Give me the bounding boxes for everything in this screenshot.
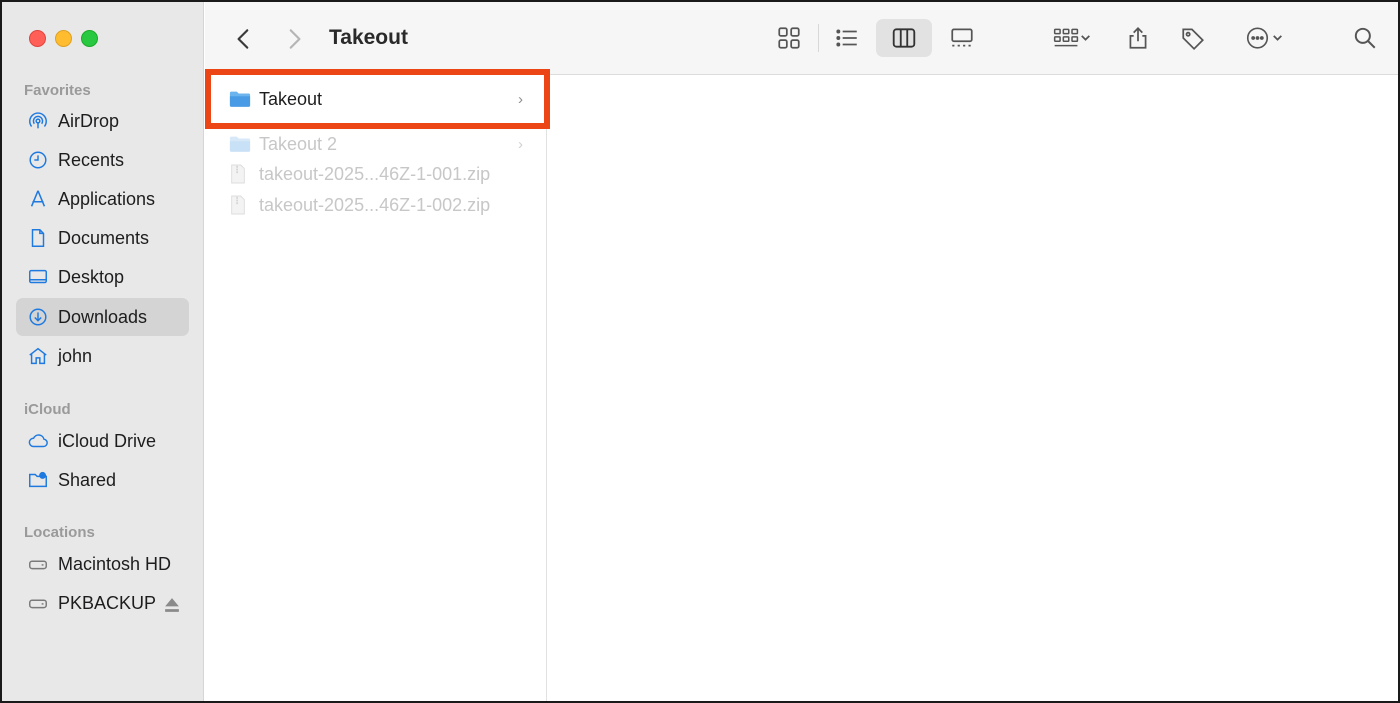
sidebar: Favorites AirDrop Recents Applications D… bbox=[2, 2, 204, 701]
sidebar-item-documents[interactable]: Documents bbox=[16, 219, 189, 257]
list-item-zip-002[interactable]: takeout-2025...46Z-1-002.zip bbox=[205, 190, 545, 220]
folder-icon bbox=[229, 134, 251, 154]
back-button[interactable] bbox=[229, 24, 259, 54]
applications-icon bbox=[26, 187, 50, 211]
locations-section-title: Locations bbox=[24, 524, 95, 541]
home-icon bbox=[26, 344, 50, 368]
list-icon bbox=[836, 29, 857, 47]
chevron-right-icon bbox=[289, 29, 301, 49]
zoom-window-button[interactable] bbox=[81, 30, 98, 47]
list-item-zip-001[interactable]: takeout-2025...46Z-1-001.zip bbox=[205, 159, 545, 189]
column-view-button[interactable] bbox=[876, 19, 932, 57]
sidebar-item-desktop[interactable]: Desktop bbox=[16, 258, 189, 296]
sidebar-item-label: Downloads bbox=[58, 306, 148, 327]
folder-icon bbox=[229, 89, 251, 109]
more-actions-button[interactable] bbox=[1237, 20, 1291, 56]
zip-file-icon bbox=[229, 164, 251, 184]
columns-icon bbox=[892, 28, 916, 48]
list-view-button[interactable] bbox=[831, 20, 863, 56]
search-button[interactable] bbox=[1349, 20, 1381, 56]
minimize-window-button[interactable] bbox=[55, 30, 72, 47]
finder-window: Favorites AirDrop Recents Applications D… bbox=[0, 0, 1400, 703]
clock-icon bbox=[26, 148, 50, 172]
sidebar-item-label: Desktop bbox=[58, 266, 125, 287]
sidebar-item-label: Documents bbox=[58, 227, 150, 248]
list-item-takeout[interactable]: Takeout › bbox=[205, 84, 545, 114]
tags-button[interactable] bbox=[1177, 20, 1209, 56]
drive-icon bbox=[26, 552, 50, 576]
sidebar-item-label: Applications bbox=[58, 188, 156, 209]
zip-file-icon bbox=[229, 195, 251, 215]
tag-icon bbox=[1182, 28, 1204, 51]
sidebar-item-label: AirDrop bbox=[58, 110, 120, 131]
group-grid-icon bbox=[1053, 28, 1090, 47]
icon-grid-icon bbox=[778, 27, 800, 49]
shared-folder-icon bbox=[26, 468, 50, 492]
gallery-icon bbox=[951, 28, 973, 47]
sidebar-item-pkbackup[interactable]: PKBACKUP bbox=[16, 584, 189, 622]
share-button[interactable] bbox=[1122, 20, 1154, 56]
sidebar-item-icloud-drive[interactable]: iCloud Drive bbox=[16, 422, 189, 460]
ellipsis-circle-icon bbox=[1246, 27, 1282, 49]
share-icon bbox=[1129, 27, 1147, 49]
sidebar-item-airdrop[interactable]: AirDrop bbox=[16, 102, 189, 140]
sidebar-item-label: PKBACKUP bbox=[58, 592, 157, 613]
sidebar-item-label: iCloud Drive bbox=[58, 430, 157, 451]
desktop-icon bbox=[26, 265, 50, 289]
drive-icon bbox=[26, 591, 50, 615]
sidebar-item-shared[interactable]: Shared bbox=[16, 461, 189, 499]
chevron-right-icon: › bbox=[518, 90, 523, 108]
list-item-label: Takeout 2 bbox=[259, 133, 338, 154]
sidebar-item-label: john bbox=[58, 345, 93, 366]
document-icon bbox=[26, 226, 50, 250]
sidebar-item-recents[interactable]: Recents bbox=[16, 141, 189, 179]
icloud-section-title: iCloud bbox=[24, 401, 71, 418]
forward-button[interactable] bbox=[279, 24, 309, 54]
downloads-icon bbox=[26, 305, 50, 329]
sidebar-item-john[interactable]: john bbox=[16, 337, 189, 375]
chevron-right-icon: › bbox=[518, 135, 523, 153]
list-item-label: takeout-2025...46Z-1-001.zip bbox=[259, 163, 491, 184]
gallery-view-button[interactable] bbox=[945, 20, 979, 56]
window-controls bbox=[29, 30, 98, 47]
search-icon bbox=[1354, 27, 1376, 49]
sidebar-item-macintosh-hd[interactable]: Macintosh HD bbox=[16, 545, 189, 583]
sidebar-item-label: Shared bbox=[58, 469, 117, 490]
airdrop-icon bbox=[26, 109, 50, 133]
list-item-label: Takeout bbox=[259, 88, 323, 109]
chevron-left-icon bbox=[237, 29, 249, 49]
favorites-section-title: Favorites bbox=[24, 82, 91, 99]
sidebar-item-label: Macintosh HD bbox=[58, 553, 172, 574]
list-item-label: takeout-2025...46Z-1-002.zip bbox=[259, 194, 491, 215]
sidebar-item-applications[interactable]: Applications bbox=[16, 180, 189, 218]
list-item-takeout-2[interactable]: Takeout 2 › bbox=[205, 129, 545, 159]
toolbar: Takeout bbox=[205, 2, 1398, 75]
cloud-icon bbox=[26, 429, 50, 453]
icon-view-button[interactable] bbox=[773, 20, 805, 56]
column-1: Takeout › Takeout 2 › takeout-2025...46Z… bbox=[205, 76, 547, 701]
close-window-button[interactable] bbox=[29, 30, 46, 47]
sidebar-item-downloads[interactable]: Downloads bbox=[16, 298, 189, 336]
sidebar-item-label: Recents bbox=[58, 149, 125, 170]
eject-icon[interactable] bbox=[161, 594, 183, 616]
group-by-button[interactable] bbox=[1045, 20, 1099, 56]
window-title: Takeout bbox=[329, 26, 408, 49]
